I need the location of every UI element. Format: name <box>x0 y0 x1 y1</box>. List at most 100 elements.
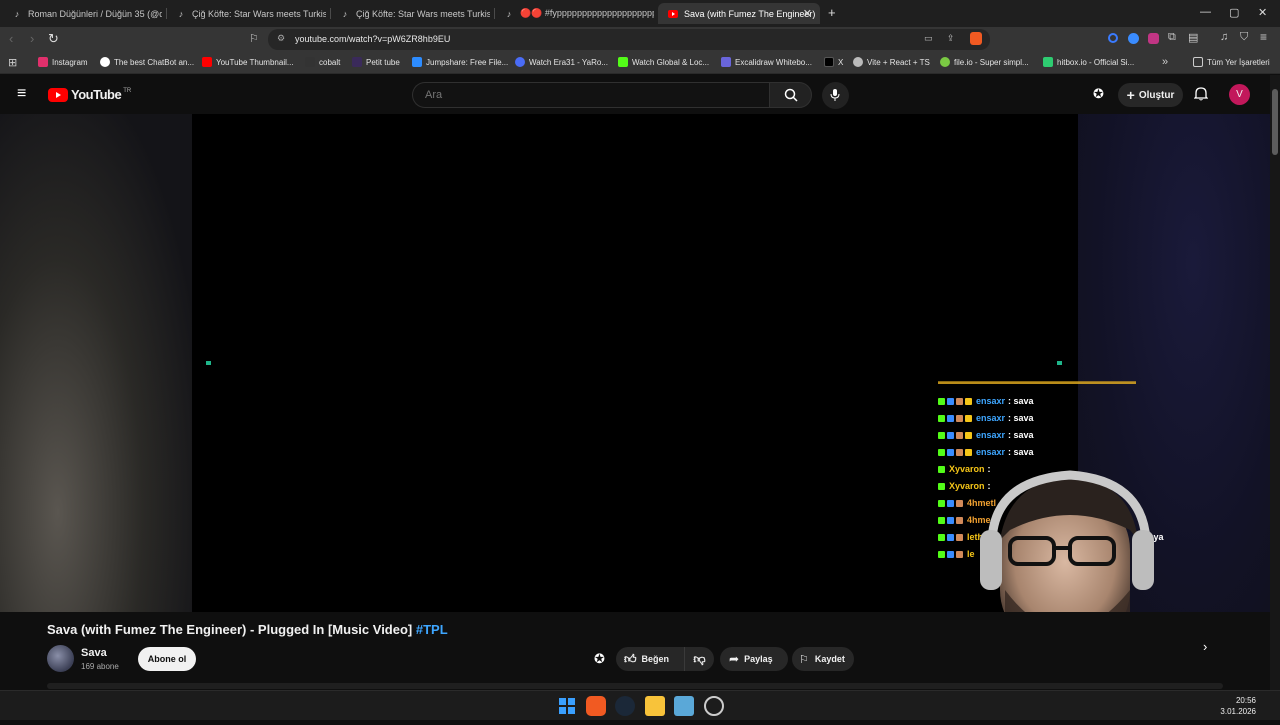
bookmark-item[interactable]: YouTube Thumbnail... <box>202 57 294 67</box>
subscriber-count: 169 abone <box>81 662 119 671</box>
bookmark-item[interactable]: Watch Global & Loc... <box>618 57 709 67</box>
system-clock[interactable]: 20:56 3.01.2026 <box>1220 695 1256 717</box>
maximize-icon[interactable]: ▢ <box>1229 6 1239 19</box>
share-icon[interactable]: ⇪ <box>947 33 955 44</box>
brave-browser-icon[interactable] <box>586 696 606 716</box>
chat-line-cut: ▬▬▬▬▬▬▬▬▬▬▬▬▬▬▬▬▬▬▬▬▬▬ <box>938 380 1136 386</box>
like-button[interactable]: 👍︎ Beğen <box>616 647 684 671</box>
x-icon <box>824 57 834 67</box>
address-bar[interactable]: ⚙ youtube.com/watch?v=pW6ZR8hb9EU ▭ ⇪ <box>268 29 990 50</box>
ambient-glow-left <box>0 114 192 612</box>
bookmark-item[interactable]: Excalidraw Whitebo... <box>721 57 812 67</box>
extension-star-icon[interactable]: ✪ <box>594 651 605 667</box>
tiktok-icon: ♪ <box>14 8 20 19</box>
close-tab-icon[interactable]: ✕ <box>803 7 812 20</box>
new-tab-button[interactable]: + <box>828 5 836 20</box>
tiktok-icon: ♪ <box>178 8 184 19</box>
thumbs-up-icon: 👍︎ <box>624 651 637 666</box>
bookmark-item[interactable]: The best ChatBot an... <box>100 57 194 67</box>
more-bookmarks-icon[interactable]: » <box>1162 56 1168 68</box>
apps-grid-icon[interactable]: ⊞ <box>8 56 17 69</box>
youtube-logo[interactable]: YouTube TR <box>48 87 131 102</box>
cast-icon[interactable]: ▭ <box>924 33 933 44</box>
era31-icon <box>515 57 525 67</box>
notifications-bell-icon[interactable] <box>1193 86 1209 106</box>
youtube-icon <box>668 9 678 19</box>
share-button[interactable]: ➦ Paylaş <box>720 647 788 671</box>
chat-username: ensaxr <box>976 447 1006 457</box>
chevron-right-icon[interactable]: › <box>1203 639 1207 654</box>
channel-avatar[interactable] <box>47 645 74 672</box>
bookmark-item[interactable]: Petit tube <box>352 57 400 67</box>
music-icon[interactable]: ♫ <box>1220 31 1228 43</box>
tab-title: Sava (with Fumez The Engineer) <box>684 8 816 19</box>
browser-tab-4[interactable]: ♪ 🔴🔴 #fypppppppppppppppppppp <box>494 3 654 24</box>
petit-tube-icon <box>352 57 362 67</box>
create-button[interactable]: + Oluştur <box>1118 83 1183 107</box>
browser-tab-strip: ♪ Roman Düğünleri / Düğün 35 (@dug ♪ Çiğ… <box>0 0 1280 27</box>
bookmark-item[interactable]: Instagram <box>38 57 88 67</box>
vpn-shield-icon[interactable]: ⛉ <box>1240 31 1248 44</box>
jumpshare-icon <box>412 57 422 67</box>
chat-username: ensaxr <box>976 396 1006 406</box>
scrollbar-thumb[interactable] <box>1272 89 1278 155</box>
control-panel-icon[interactable] <box>674 696 694 716</box>
sidebar-icon[interactable]: ▤ <box>1188 31 1198 44</box>
bookmark-item[interactable]: cobalt <box>305 57 340 67</box>
site-info-icon[interactable]: ⚙ <box>277 33 285 44</box>
extension-icon-1[interactable] <box>1108 33 1118 43</box>
bookmark-item[interactable]: X <box>824 57 843 67</box>
windows-start-icon[interactable] <box>557 696 577 716</box>
chat-badge-icon <box>938 431 945 439</box>
search-input[interactable] <box>412 82 770 108</box>
browser-tab-2[interactable]: ♪ Çiğ Köfte: Star Wars meets Turkish Sp <box>166 3 326 24</box>
back-icon[interactable]: ‹ <box>9 31 13 46</box>
search-button[interactable] <box>769 82 812 108</box>
extension-icon-2[interactable] <box>1128 33 1139 44</box>
windows-taskbar: 20:56 3.01.2026 <box>0 690 1280 720</box>
account-avatar[interactable]: V <box>1229 84 1250 105</box>
subscribe-button[interactable]: Abone ol <box>138 647 196 671</box>
bookmark-item[interactable]: Vite + React + TS <box>853 57 930 67</box>
close-window-icon[interactable]: ✕ <box>1258 6 1267 19</box>
brave-shields-icon[interactable] <box>970 32 982 45</box>
menu-icon[interactable]: ≡ <box>1260 30 1267 44</box>
excalidraw-icon <box>721 57 731 67</box>
hashtag-link[interactable]: #TPL <box>416 622 448 637</box>
bookmark-page-icon[interactable]: ⚐ <box>249 32 259 45</box>
chat-message: ensaxr: sava <box>938 411 1034 425</box>
bookmarks-bar: ⊞ Instagram The best ChatBot an... YouTu… <box>0 52 1280 74</box>
video-marker-right <box>1057 361 1062 365</box>
extension-icon-3[interactable] <box>1148 33 1159 44</box>
chat-username: ensaxr <box>976 430 1006 440</box>
bookmark-item[interactable]: Watch Era31 - YaRo... <box>515 57 608 67</box>
chat-text: : sava <box>1008 413 1034 423</box>
page-scrollbar[interactable] <box>1270 75 1280 690</box>
file-explorer-icon[interactable] <box>645 696 665 716</box>
chat-message: ensaxr: sava <box>938 394 1034 408</box>
bookmark-item[interactable]: file.io - Super simpl... <box>940 57 1029 67</box>
browser-tab-1[interactable]: ♪ Roman Düğünleri / Düğün 35 (@dug <box>2 3 162 24</box>
forward-icon[interactable]: › <box>30 31 34 46</box>
chat-badge-icon <box>965 431 972 439</box>
chat-badge-icon <box>947 397 954 405</box>
voice-search-button[interactable] <box>822 82 849 109</box>
chat-badge-icon <box>947 414 954 422</box>
dislike-button[interactable]: 👎︎ <box>684 647 714 671</box>
reload-icon[interactable]: ↻ <box>48 31 59 47</box>
channel-name[interactable]: Sava <box>81 647 107 659</box>
browser-tab-3[interactable]: ♪ Çiğ Köfte: Star Wars meets Turkish Sp <box>330 3 490 24</box>
browser-tab-active[interactable]: Sava (with Fumez The Engineer) ✕ <box>658 3 820 24</box>
hamburger-menu-icon[interactable]: ≡ <box>17 85 26 103</box>
app-icon[interactable] <box>704 696 724 716</box>
minimize-icon[interactable]: — <box>1200 6 1211 18</box>
steam-icon[interactable] <box>615 696 635 716</box>
extension-star-icon[interactable]: ✪ <box>1093 86 1104 102</box>
bookmark-item[interactable]: hitbox.io - Official Si... <box>1043 57 1134 67</box>
bookmark-icon: ⚐ <box>799 653 809 666</box>
save-button[interactable]: ⚐ Kaydet <box>792 647 854 671</box>
all-bookmarks-button[interactable]: Tüm Yer İşaretleri <box>1193 57 1270 67</box>
extensions-puzzle-icon[interactable]: ⧉ <box>1168 31 1176 44</box>
chat-badge-icon <box>956 397 963 405</box>
bookmark-item[interactable]: Jumpshare: Free File... <box>412 57 508 67</box>
